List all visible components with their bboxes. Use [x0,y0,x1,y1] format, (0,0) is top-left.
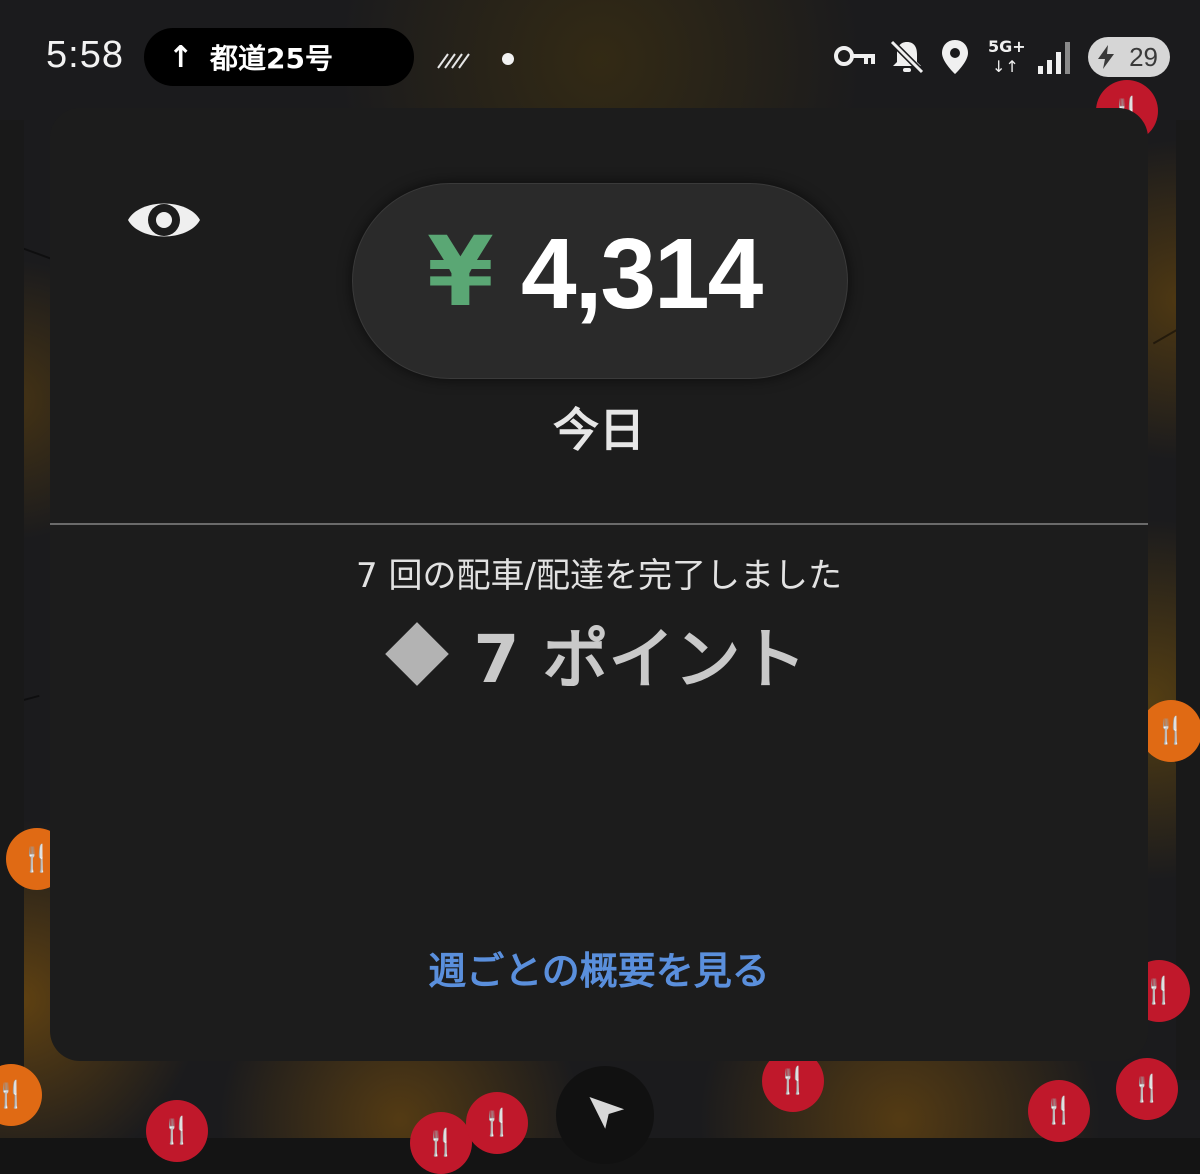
navigation-chip[interactable]: ↑ 都道25号 [144,28,414,86]
fork-knife-icon: 🍴 [1130,1074,1164,1104]
battery-level: 29 [1129,41,1158,72]
status-time: 5:58 [46,34,124,76]
previous-card-edge[interactable] [0,120,24,1080]
points-row: 7 ポイント [50,606,1148,702]
currency-symbol: ¥ [427,216,494,328]
earnings-amount-pill[interactable]: ¥ 4,314 [352,183,848,379]
svg-text:5G+: 5G+ [988,37,1026,56]
fork-knife-icon: 🍴 [1154,716,1188,746]
fork-knife-icon: 🍴 [0,1080,28,1110]
location-icon [942,40,968,74]
battery-indicator: 29 [1088,37,1170,77]
eye-icon[interactable] [126,190,202,250]
restaurant-marker[interactable]: 🍴 [1028,1080,1090,1142]
navigation-arrow-icon [589,1097,625,1129]
period-label: 今日 [553,403,645,457]
divider [50,523,1148,525]
vpn-key-icon [834,46,875,66]
dot-icon [502,53,514,65]
stripes-icon [436,50,470,70]
status-bar: 5:58 ↑ 都道25号 5G+ ↓↑ 29 [0,0,1200,110]
up-arrow-icon: ↑ [168,39,194,75]
diamond-icon [384,622,449,686]
restaurant-marker[interactable]: 🍴 [1140,700,1200,762]
svg-text:↓↑: ↓↑ [992,57,1019,76]
restaurant-marker[interactable]: 🍴 [410,1112,472,1174]
restaurant-marker[interactable]: 🍴 [146,1100,208,1162]
battery-charging-icon [1098,45,1114,69]
fork-knife-icon: 🍴 [480,1108,514,1138]
points-text: 7 ポイント [473,621,807,698]
navigation-road-name: 都道25号 [210,42,333,75]
fork-knife-icon: 🍴 [160,1116,194,1146]
earnings-amount: 4,314 [521,218,763,330]
weekly-overview-link[interactable]: 週ごとの概要を見る [50,940,1148,995]
earnings-card: ¥ 4,314 今日 7 回の配車/配達を完了しました 7 ポイント 週ごとの概… [50,108,1148,1061]
next-card-edge[interactable] [1176,120,1200,1080]
fork-knife-icon: 🍴 [1042,1096,1076,1126]
signal-icon [1038,42,1070,74]
5g-plus-icon: 5G+ ↓↑ [988,37,1026,76]
fork-knife-icon: 🍴 [20,844,54,874]
mute-icon [889,39,925,75]
fork-knife-icon: 🍴 [776,1066,810,1096]
restaurant-marker[interactable]: 🍴 [1116,1058,1178,1120]
restaurant-marker[interactable]: 🍴 [466,1092,528,1154]
fork-knife-icon: 🍴 [424,1128,458,1158]
trips-summary: 7 回の配車/配達を完了しました [356,556,842,596]
